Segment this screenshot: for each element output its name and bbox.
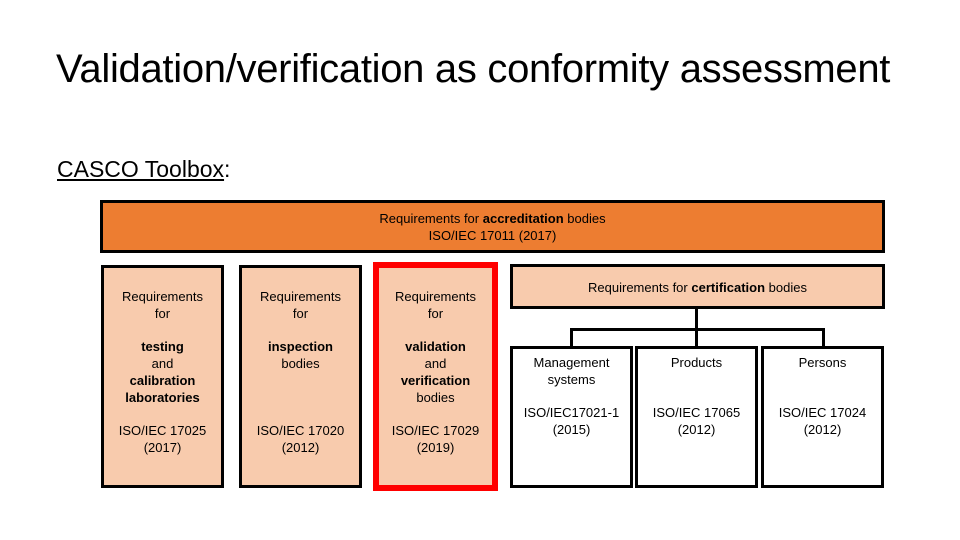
casco-toolbox-heading: CASCO Toolbox: <box>57 154 230 184</box>
persons-box: Persons ISO/IEC 17024 (2012) <box>761 346 884 488</box>
validation-verification-bodies-box: Requirements for validation and verifica… <box>373 262 498 491</box>
standard-number: ISO/IEC 17020 <box>256 423 345 438</box>
standard-year: (2012) <box>803 422 842 437</box>
keyword-text: inspection <box>267 339 333 354</box>
intro-text: for <box>292 306 309 321</box>
intro-text: for <box>154 306 171 321</box>
standard-year: (2017) <box>143 440 182 455</box>
keyword-text: testing <box>141 339 184 354</box>
intro-text: for <box>427 306 444 321</box>
products-box: Products ISO/IEC 17065 (2012) <box>635 346 758 488</box>
standard-number: ISO/IEC17021-1 <box>523 405 620 420</box>
testing-calibration-labs-box: Requirements for testing and calibration… <box>101 265 224 488</box>
standard-year: (2012) <box>677 422 716 437</box>
connector-drop-persons <box>822 328 825 347</box>
slide-title: Validation/verification as conformity as… <box>56 47 891 91</box>
standard-year: (2019) <box>416 440 455 455</box>
casco-toolbox-colon: : <box>224 156 231 182</box>
scheme-label: Persons <box>798 355 847 370</box>
casco-toolbox-label: CASCO Toolbox <box>57 156 225 182</box>
keyword-text: verification <box>400 373 471 388</box>
intro-text: Requirements <box>122 289 203 304</box>
keyword-text: validation <box>405 339 466 354</box>
certification-bodies-box: Requirements for certification bodies <box>510 264 885 309</box>
standard-number: ISO/IEC 17029 <box>391 423 480 438</box>
connector-text: bodies <box>281 356 320 371</box>
accreditation-keyword: accreditation <box>482 211 564 226</box>
standard-year: (2015) <box>552 422 591 437</box>
management-systems-box: Management systems ISO/IEC17021-1 (2015) <box>510 346 633 488</box>
connector-drop-management <box>570 328 573 347</box>
keyword-text: calibration <box>129 373 196 388</box>
accreditation-bodies-box: Requirements for accreditation bodies IS… <box>100 200 885 253</box>
bodies-text: bodies <box>416 390 455 405</box>
standard-number: ISO/IEC 17025 <box>118 423 207 438</box>
connector-text: and <box>424 356 447 371</box>
scheme-label: systems <box>547 372 596 387</box>
accreditation-standard: ISO/IEC 17011 (2017) <box>428 228 557 243</box>
standard-number: ISO/IEC 17024 <box>778 405 867 420</box>
intro-text: Requirements <box>395 289 476 304</box>
accreditation-heading: Requirements for accreditation bodies <box>103 210 882 227</box>
certification-prefix: Requirements for <box>588 280 692 295</box>
accreditation-suffix: bodies <box>563 211 606 226</box>
certification-keyword: certification <box>691 280 766 295</box>
scheme-label: Management <box>533 355 610 370</box>
standard-number: ISO/IEC 17065 <box>652 405 741 420</box>
certification-suffix: bodies <box>765 280 807 295</box>
connector-text: and <box>151 356 174 371</box>
scheme-label: Products <box>670 355 723 370</box>
connector-drop-products <box>695 328 698 347</box>
intro-text: Requirements <box>260 289 341 304</box>
keyword-text: laboratories <box>125 390 200 405</box>
standard-year: (2012) <box>281 440 320 455</box>
accreditation-prefix: Requirements for <box>379 211 483 226</box>
inspection-bodies-box: Requirements for inspection bodies ISO/I… <box>239 265 362 488</box>
